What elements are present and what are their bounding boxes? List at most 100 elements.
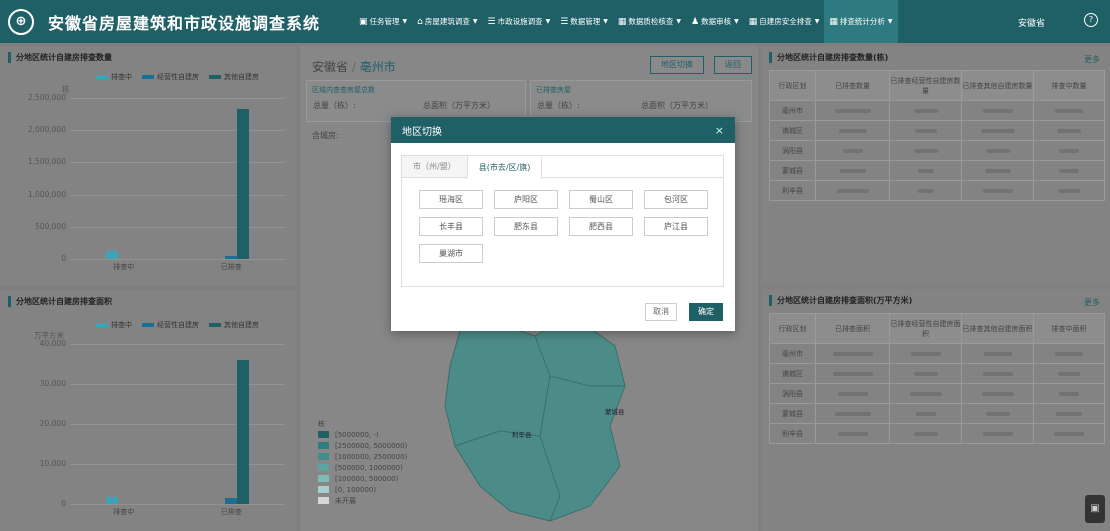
legend-swatch	[209, 75, 221, 79]
map-legend-item[interactable]: [100000, 500000)	[318, 473, 407, 484]
gridline	[70, 130, 285, 132]
table-row[interactable]: 蒙城县	[769, 160, 1105, 181]
region-cell: 蒙城县	[769, 403, 816, 424]
y-tick-label: 10,000	[39, 459, 66, 468]
bar[interactable]	[225, 497, 238, 504]
table-row[interactable]: 涡阳县	[769, 383, 1105, 404]
shop-label: 含城房:	[312, 131, 339, 140]
app-title: 安徽省房屋建筑和市政设施调查系统	[48, 13, 321, 33]
table-row[interactable]: 利辛县	[769, 180, 1105, 201]
back-button[interactable]: 返回	[714, 56, 752, 74]
county-option[interactable]: 庐江县	[644, 217, 708, 236]
more-link[interactable]: 更多	[1084, 297, 1100, 308]
map-legend-item[interactable]: [5000000, -)	[318, 429, 407, 440]
nav-item-building-survey[interactable]: ⌂ 房屋建筑调查 ▼	[412, 0, 482, 43]
cancel-button[interactable]: 取消	[645, 303, 677, 321]
region-cell: 蒙城县	[769, 160, 816, 181]
column-header: 行政区划	[769, 313, 816, 344]
city-map	[444, 320, 626, 522]
county-option[interactable]: 巢湖市	[419, 244, 483, 263]
nav-item-label: 房屋建筑调查	[424, 17, 470, 26]
column-header: 排查中数量	[1033, 70, 1105, 101]
bar[interactable]	[105, 497, 118, 504]
card-title: 区域内查查房屋总数	[312, 86, 375, 94]
map-legend: 栋 [5000000, -) [2500000, 5000000) [10000…	[318, 418, 407, 506]
county-list: 瑶海区 庐阳区 蜀山区 包河区 长丰县 肥东县 肥西县 庐江县 巢湖市	[419, 190, 708, 263]
map-region-boundary[interactable]	[444, 320, 626, 522]
map-legend-item[interactable]: 未开展	[318, 495, 407, 506]
county-option[interactable]: 长丰县	[419, 217, 483, 236]
nav-item-task-management[interactable]: ▣ 任务管理 ▼	[354, 0, 412, 43]
count-table: 行政区划 已排查数量 已排查经营性自建房数量 已排查其他自建房数量 排查中数量 …	[769, 70, 1105, 201]
breadcrumb-province[interactable]: 安徽省	[312, 60, 348, 74]
nav-item-municipal-survey[interactable]: ☰ 市政设施调查 ▼	[483, 0, 556, 43]
confirm-button[interactable]: 确定	[689, 303, 723, 321]
gridline	[70, 424, 285, 425]
map-legend-item[interactable]: [1000000, 2500000)	[318, 451, 407, 462]
region-level-tabs: 市（州/盟） 县(市去/区/旗)	[402, 156, 723, 178]
legend-item[interactable]: 其他自建房	[209, 72, 259, 82]
nav-item-self-built-check[interactable]: ▦ 自建房安全排查 ▼	[744, 0, 825, 43]
close-icon[interactable]: ×	[715, 124, 724, 137]
map-legend-item[interactable]: [500000, 1000000)	[318, 462, 407, 473]
region-cell: 亳州市	[769, 100, 816, 121]
map-legend-title: 栋	[318, 419, 325, 428]
county-option[interactable]: 肥西县	[569, 217, 633, 236]
nav-item-statistics[interactable]: ▦ 排查统计分析 ▼	[824, 0, 898, 43]
legend-swatch	[96, 323, 108, 327]
region-cell: 谯城区	[769, 363, 816, 384]
table-row[interactable]: 涡阳县	[769, 140, 1105, 161]
county-option[interactable]: 瑶海区	[419, 190, 483, 209]
column-header: 行政区划	[769, 70, 816, 101]
y-tick-label: 20,000	[39, 419, 66, 428]
legend-item[interactable]: 其他自建房	[209, 320, 259, 330]
bar[interactable]	[237, 108, 250, 259]
bar[interactable]	[225, 255, 238, 259]
bar[interactable]	[237, 360, 250, 504]
region-cell: 涡阳县	[769, 140, 816, 161]
table-row[interactable]: 利辛县	[769, 423, 1105, 444]
county-option[interactable]: 肥东县	[494, 217, 558, 236]
count-chart-panel: 分地区统计自建房排查数量 排查中 经营性自建房 其他自建房 栋 2,500,00…	[0, 46, 297, 286]
column-header: 已排查经营性自建房面积	[889, 313, 962, 344]
legend-item[interactable]: 排查中	[96, 72, 132, 82]
more-link[interactable]: 更多	[1084, 54, 1100, 65]
count-table-panel: 分地区统计自建房排查数量(栋) 更多 行政区划 已排查数量 已排查经营性自建房数…	[761, 46, 1110, 285]
legend-swatch	[142, 323, 154, 327]
nav-item-label: 任务管理	[369, 17, 400, 26]
panel-title: 分地区统计自建房排查面积	[8, 296, 112, 307]
float-tool-icon[interactable]: ▣	[1085, 495, 1105, 523]
current-user[interactable]: 安徽省	[1018, 16, 1045, 29]
gridline	[70, 98, 285, 99]
top-bar: ⊕ 安徽省房屋建筑和市政设施调查系统 ▣ 任务管理 ▼ ⌂ 房屋建筑调查 ▼ ☰ 市政设施…	[0, 0, 1110, 43]
tab-city[interactable]: 市（州/盟）	[402, 156, 468, 177]
nav-item-data-management[interactable]: ☰ 数据管理 ▼	[555, 0, 613, 43]
user-icon: ♟	[691, 16, 700, 27]
y-tick-label: 0	[61, 499, 66, 508]
table-row[interactable]: 亳州市	[769, 100, 1105, 121]
bar[interactable]	[105, 251, 118, 259]
table-row[interactable]: 谯城区	[769, 120, 1105, 141]
legend-swatch	[96, 75, 108, 79]
region-switch-button[interactable]: 地区切换	[650, 56, 704, 74]
help-icon[interactable]: ?	[1084, 13, 1098, 27]
county-option[interactable]: 包河区	[644, 190, 708, 209]
county-option[interactable]: 蜀山区	[569, 190, 633, 209]
tab-county[interactable]: 县(市去/区/旗)	[467, 157, 543, 178]
logo-icon: ⊕	[8, 8, 34, 35]
table-row[interactable]: 谯城区	[769, 363, 1105, 384]
map-legend-item[interactable]: [0, 100000)	[318, 484, 407, 495]
legend-item[interactable]: 排查中	[96, 320, 132, 330]
chart-legend: 排查中 经营性自建房 其他自建房	[96, 320, 259, 330]
legend-item[interactable]: 经营性自建房	[142, 320, 199, 330]
table-row[interactable]: 蒙城县	[769, 403, 1105, 424]
legend-item[interactable]: 经营性自建房	[142, 72, 199, 82]
county-option[interactable]: 庐阳区	[494, 190, 558, 209]
nav-item-quality-check[interactable]: ▦ 数据质检核查 ▼	[613, 0, 686, 43]
table-row[interactable]: 亳州市	[769, 343, 1105, 364]
map-legend-item[interactable]: [2500000, 5000000)	[318, 440, 407, 451]
breadcrumb-separator: /	[351, 60, 356, 74]
breadcrumb: 安徽省 / 亳州市	[312, 58, 396, 75]
nav-item-data-review[interactable]: ♟ 数据审核 ▼	[686, 0, 744, 43]
region-cell: 涡阳县	[769, 383, 816, 404]
